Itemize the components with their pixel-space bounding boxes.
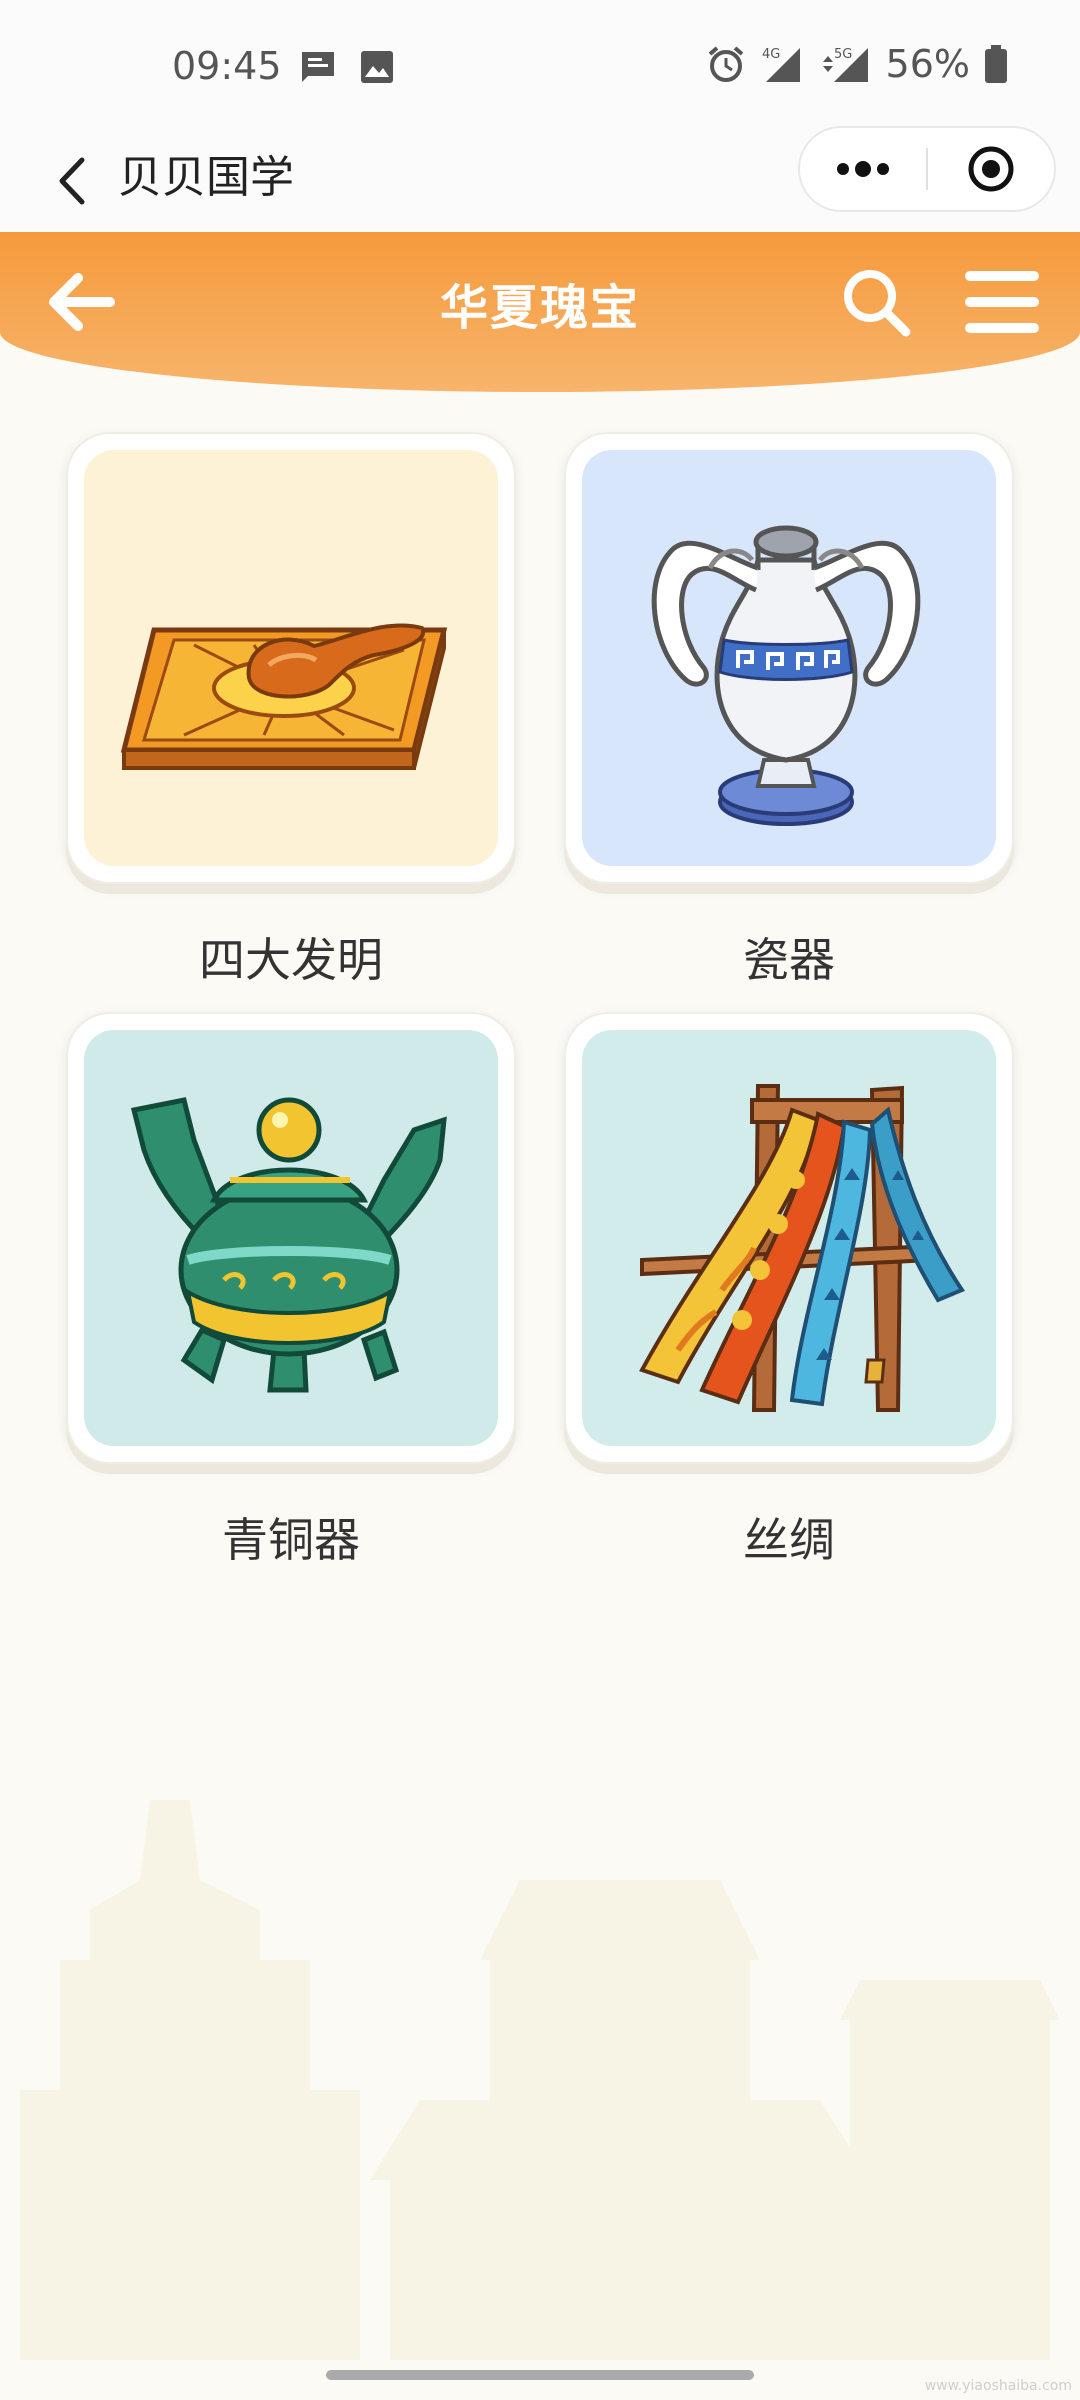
card-frame — [564, 1012, 1014, 1464]
image-icon — [361, 51, 393, 83]
menu-icon[interactable] — [962, 262, 1042, 342]
compass-sinan-icon — [120, 623, 448, 770]
signal-5g-icon: 5G — [822, 47, 868, 82]
page-title: 华夏瑰宝 — [439, 280, 640, 336]
card-frame — [564, 432, 1014, 884]
message-icon — [302, 52, 334, 82]
category-card-porcelain[interactable]: 瓷器 — [564, 432, 1014, 990]
card-image — [582, 1030, 996, 1446]
home-indicator[interactable] — [326, 2370, 754, 2380]
signal-4g-icon: 4G — [762, 47, 800, 82]
nav-bar: 贝贝国学 — [0, 126, 1080, 234]
card-frame — [66, 1012, 516, 1464]
category-label: 瓷器 — [743, 933, 835, 987]
close-button[interactable] — [928, 128, 1054, 210]
card-image — [84, 450, 498, 866]
screen: 09:45 4G 5G 56% 贝贝国学 华夏瑰宝 四大发明 瓷器 青铜器 丝绸… — [0, 0, 1080, 2400]
svg-text:4G: 4G — [762, 47, 780, 62]
category-label: 丝绸 — [743, 1513, 835, 1567]
status-time: 09:45 — [172, 44, 282, 88]
bronze-ding-icon — [130, 1097, 447, 1393]
category-card-silk[interactable]: 丝绸 — [564, 1012, 1014, 1570]
status-right-group: 4G 5G 56% — [706, 42, 1008, 86]
page-header: 华夏瑰宝 — [0, 232, 1080, 392]
silk-rack-icon — [639, 1084, 966, 1412]
battery-icon — [985, 45, 1007, 83]
card-frame — [66, 432, 516, 884]
svg-text:5G: 5G — [834, 47, 852, 62]
card-image — [582, 450, 996, 866]
category-label: 四大发明 — [199, 933, 383, 987]
watermark: www.yiaoshaiba.com — [924, 2378, 1072, 2394]
nav-title: 贝贝国学 — [118, 152, 294, 203]
temple-silhouette-background — [20, 1800, 1060, 2360]
more-dots-icon — [837, 161, 889, 177]
category-label: 青铜器 — [222, 1513, 360, 1567]
porcelain-vase-icon — [651, 525, 921, 826]
more-button[interactable] — [800, 128, 926, 210]
battery-percent: 56% — [885, 42, 970, 86]
card-image — [84, 1030, 498, 1446]
alarm-icon — [708, 46, 743, 82]
status-bar: 09:45 4G 5G 56% — [0, 0, 1080, 126]
search-icon[interactable] — [836, 262, 916, 342]
category-card-inventions[interactable]: 四大发明 — [66, 432, 516, 990]
capsule-menu — [798, 126, 1056, 212]
category-card-bronze[interactable]: 青铜器 — [66, 1012, 516, 1570]
chevron-left-icon[interactable] — [40, 146, 110, 216]
close-target-icon — [968, 146, 1014, 192]
